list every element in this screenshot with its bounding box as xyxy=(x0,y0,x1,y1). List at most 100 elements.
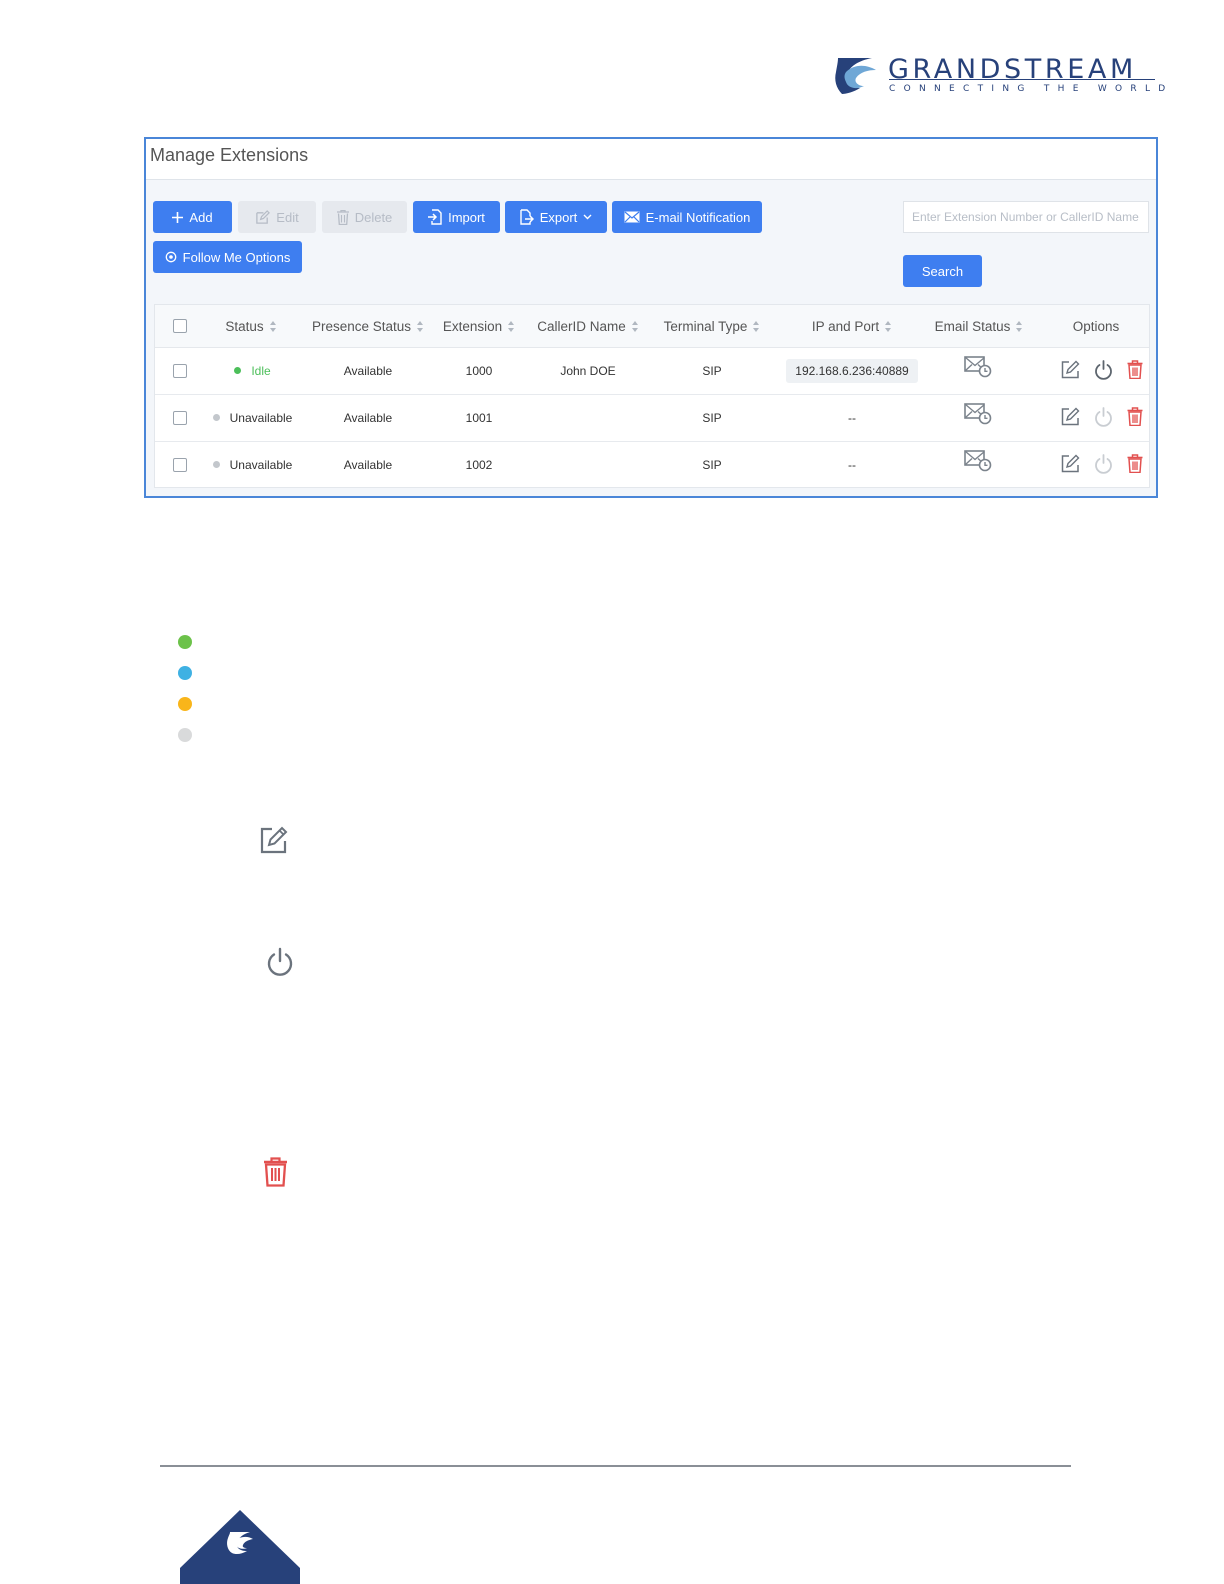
trash-icon xyxy=(336,209,349,225)
ip-header-label: IP and Port xyxy=(811,318,880,334)
table-row: Idle Available 1000 John DOE SIP 192.168… xyxy=(155,347,1149,395)
trash-icon[interactable] xyxy=(1127,454,1143,473)
row-checkbox[interactable] xyxy=(173,363,187,378)
terminal-cell: SIP xyxy=(702,363,722,378)
search-button[interactable]: Search xyxy=(903,255,982,287)
email-pending-icon[interactable] xyxy=(964,355,992,378)
legend-dot-gray xyxy=(178,728,192,742)
callerid-header-label: CallerID Name xyxy=(537,318,626,334)
legend-dot-blue xyxy=(178,666,192,680)
delete-button-label: Delete xyxy=(354,209,393,225)
edit-icon[interactable] xyxy=(1061,407,1080,426)
presence-cell: Available xyxy=(343,457,393,472)
email-status-cell xyxy=(927,394,1031,441)
extension-cell: 1000 xyxy=(465,363,493,378)
trash-icon xyxy=(264,1157,287,1187)
ip-cell: 192.168.6.236:40889 xyxy=(775,347,929,394)
status-dot xyxy=(212,414,220,421)
export-button-label: Export xyxy=(539,209,578,225)
email-status-cell xyxy=(927,441,1031,488)
import-button[interactable]: Import xyxy=(413,201,500,233)
trash-icon[interactable] xyxy=(1127,407,1143,426)
row-checkbox-cell xyxy=(163,394,197,441)
presence-header-label: Presence Status xyxy=(311,318,412,334)
sort-icon xyxy=(269,320,277,332)
column-header-presence[interactable]: Presence Status xyxy=(305,305,431,347)
terminal-cell: SIP xyxy=(702,410,722,425)
status-cell: Unavailable xyxy=(200,441,305,488)
search-input[interactable] xyxy=(903,201,1149,233)
ip-value: -- xyxy=(848,457,856,472)
trash-icon[interactable] xyxy=(1127,360,1143,379)
ip-cell: -- xyxy=(775,394,929,441)
follow-me-options-label: Follow Me Options xyxy=(182,249,291,265)
callerid-cell xyxy=(531,441,645,488)
presence-cell: Available xyxy=(343,410,393,425)
power-icon xyxy=(267,947,293,976)
power-icon[interactable] xyxy=(1094,406,1113,427)
email-header-label: Email Status xyxy=(934,318,1011,334)
ip-value: 192.168.6.236:40889 xyxy=(786,358,918,383)
power-icon[interactable] xyxy=(1094,359,1113,380)
export-button[interactable]: Export xyxy=(505,201,607,233)
table-row: Unavailable Available 1001 SIP -- xyxy=(155,394,1149,442)
panel-header: Manage Extensions xyxy=(146,139,1156,180)
legend-dot-green xyxy=(178,635,192,649)
options-cell xyxy=(1051,441,1151,488)
row-checkbox[interactable] xyxy=(173,457,187,472)
column-header-ip[interactable]: IP and Port xyxy=(787,305,917,347)
column-header-extension[interactable]: Extension xyxy=(437,305,521,347)
edit-icon xyxy=(260,826,288,854)
email-notification-label: E-mail Notification xyxy=(645,209,751,225)
status-header-label: Status xyxy=(225,318,264,334)
footer-logo-icon xyxy=(180,1510,300,1584)
email-pending-icon[interactable] xyxy=(964,402,992,425)
extension-cell: 1002 xyxy=(465,457,493,472)
edit-icon[interactable] xyxy=(1061,454,1080,473)
terminal-header-label: Terminal Type xyxy=(663,318,748,334)
plus-icon xyxy=(172,211,184,223)
email-pending-icon[interactable] xyxy=(964,449,992,472)
column-header-email[interactable]: Email Status xyxy=(927,305,1031,347)
delete-button[interactable]: Delete xyxy=(322,201,407,233)
callerid-cell xyxy=(531,394,645,441)
options-cell xyxy=(1051,347,1151,394)
edit-button-label: Edit xyxy=(276,209,299,225)
row-checkbox[interactable] xyxy=(173,410,187,425)
edit-icon[interactable] xyxy=(1061,360,1080,379)
email-status-cell xyxy=(927,347,1031,394)
presence-cell: Available xyxy=(343,363,393,378)
status-cell: Unavailable xyxy=(200,394,305,441)
status-dot xyxy=(234,367,242,374)
add-button[interactable]: Add xyxy=(153,201,232,233)
search-button-label: Search xyxy=(921,263,964,279)
sort-icon xyxy=(631,320,639,332)
extension-header-label: Extension xyxy=(442,318,503,334)
logo-divider xyxy=(889,79,1155,80)
ip-cell: -- xyxy=(775,441,929,488)
import-icon xyxy=(428,209,442,225)
edit-icon xyxy=(256,209,271,224)
logo-wordmark: GRANDSTREAM xyxy=(888,54,1137,85)
follow-me-options-button[interactable]: Follow Me Options xyxy=(153,241,302,273)
select-all-checkbox[interactable] xyxy=(173,319,187,333)
options-header-label: Options xyxy=(1072,318,1120,334)
email-notification-button[interactable]: E-mail Notification xyxy=(612,201,762,233)
sort-icon xyxy=(885,320,892,332)
status-dot xyxy=(212,461,220,468)
table-header: Status Presence Status Extension CallerI… xyxy=(155,305,1149,348)
status-cell: Idle xyxy=(200,347,305,394)
column-header-terminal[interactable]: Terminal Type xyxy=(655,305,769,347)
column-header-callerid[interactable]: CallerID Name xyxy=(531,305,645,347)
envelope-icon xyxy=(624,211,640,223)
edit-button[interactable]: Edit xyxy=(238,201,316,233)
grandstream-logo: GRANDSTREAM CONNECTING THE WORLD xyxy=(832,52,1165,102)
chevron-down-icon xyxy=(583,214,592,220)
manage-extensions-panel: Manage Extensions Add Edit Delete Import… xyxy=(144,137,1158,498)
extensions-table: Status Presence Status Extension CallerI… xyxy=(154,304,1150,488)
footer-divider xyxy=(160,1465,1071,1467)
sort-icon xyxy=(753,320,760,332)
status-text: Unavailable xyxy=(229,410,293,425)
column-header-status[interactable]: Status xyxy=(210,305,292,347)
power-icon[interactable] xyxy=(1094,453,1113,474)
